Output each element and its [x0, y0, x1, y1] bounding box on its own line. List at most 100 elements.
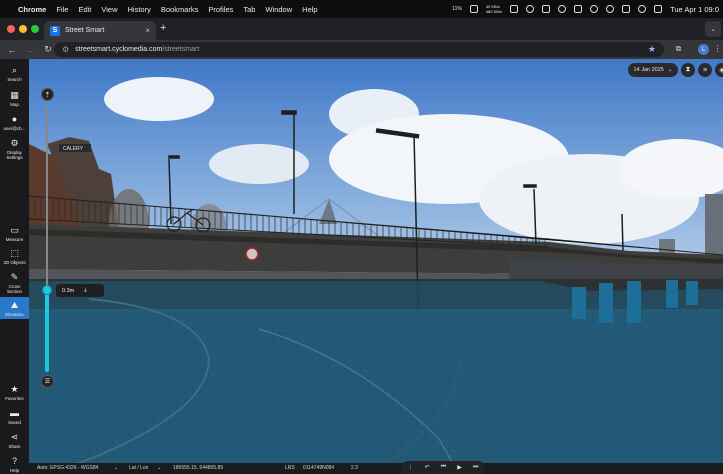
address-toolbar: ← → ↻ ⚙ streetsmart.cyclomedia.com /stre…	[0, 40, 723, 59]
tab-search-icon[interactable]: ⌄	[705, 21, 721, 37]
battery-icon[interactable]	[574, 5, 583, 13]
coord-mode-selector[interactable]: Lat / Lon	[129, 465, 148, 471]
panorama-image: CALERY	[29, 59, 723, 474]
battery-percent: 11%	[452, 6, 462, 12]
search-icon[interactable]	[638, 5, 647, 13]
sidebar-item-label: user@cb...	[3, 126, 26, 131]
next-icon[interactable]: ⏭	[473, 464, 478, 471]
sidebar-item-label: Map	[10, 102, 19, 107]
cloud-icon[interactable]	[542, 5, 551, 13]
chevron-down-icon: ⌄	[667, 67, 673, 73]
sliders-icon[interactable]: ≡	[698, 63, 712, 77]
layers-icon[interactable]: ◈	[715, 63, 723, 77]
pencil-icon: ✎	[10, 272, 19, 282]
playback-controls: ⋮ ↶ ⏮ ▶ ⏭	[402, 461, 484, 474]
user-icon: ●	[11, 114, 18, 124]
close-tab-icon[interactable]: ×	[145, 26, 150, 35]
sidebar-item-search[interactable]: ⌕ Search	[0, 65, 29, 83]
sidebar-item-label: Cross Section	[6, 284, 22, 294]
sidebar-item-saved[interactable]: ▬ Saved	[0, 408, 29, 426]
menu-file[interactable]: File	[56, 5, 68, 14]
sidebar-item-measure[interactable]: ▭ Measure	[0, 225, 29, 243]
bluetooth-icon[interactable]	[558, 5, 567, 13]
back-icon[interactable]: ←	[6, 45, 18, 55]
cube-icon: ⬚	[10, 248, 19, 258]
recording-date: 14 Jan 2025	[633, 67, 664, 73]
recording-date-selector[interactable]: 14 Jan 2025 ⌄	[628, 63, 678, 77]
sidebar-item-help[interactable]: ? Help	[0, 456, 29, 474]
sidebar-item-3d-objects[interactable]: ⬚ 3D Objects	[0, 248, 29, 266]
elevation-menu-icon[interactable]: ☰	[41, 375, 54, 388]
elevation-slider-track[interactable]	[46, 104, 48, 290]
elevation-slider-fill	[45, 290, 49, 372]
sidebar-item-display-settings[interactable]: ⚙ Display Settings	[0, 138, 29, 161]
status-circle-icon[interactable]	[606, 5, 615, 13]
street-view-panorama[interactable]: CALERY	[29, 59, 723, 474]
tab-street-smart[interactable]: S Street Smart ×	[44, 21, 156, 40]
sync-view-icon[interactable]: ⧗	[681, 63, 695, 77]
menu-app-name[interactable]: Chrome	[18, 5, 46, 14]
menu-edit[interactable]: Edit	[78, 5, 91, 14]
star-icon: ★	[10, 384, 19, 394]
elevation-reset-icon[interactable]: ⤓	[84, 287, 86, 294]
grid-icon[interactable]	[510, 5, 519, 13]
site-info-icon[interactable]: ⚙	[62, 45, 69, 54]
clock[interactable]: Tue Apr 1 09:0	[670, 5, 719, 14]
previous-icon[interactable]: ⏮	[441, 464, 446, 471]
elevation-up-icon[interactable]: ⇡	[41, 88, 54, 101]
browser-menu-icon[interactable]: ⋮	[712, 44, 723, 55]
menu-help[interactable]: Help	[302, 5, 317, 14]
search-icon: ⌕	[11, 65, 18, 75]
sidebar-item-label: Display Settings	[6, 150, 23, 160]
play-icon[interactable]: ▶	[457, 464, 462, 471]
menu-history[interactable]: History	[128, 5, 151, 14]
sidebar-item-user[interactable]: ● user@cb...	[0, 114, 29, 132]
elevation-slider-handle[interactable]	[42, 285, 52, 295]
zoom-window-icon[interactable]	[31, 25, 39, 33]
elevation-value: 0.3m	[62, 287, 75, 294]
bookmark-star-icon[interactable]: ★	[648, 44, 656, 55]
projection-selector[interactable]: Auto: EPSG:4326 - WGS84	[37, 465, 98, 471]
map-icon: ▦	[10, 90, 19, 100]
dollar-icon[interactable]	[526, 5, 535, 13]
new-tab-icon[interactable]: +	[160, 22, 166, 34]
rewind-icon[interactable]: ↶	[425, 464, 430, 471]
extensions-icon[interactable]: ⧉	[673, 44, 684, 55]
sidebar-item-label: Favorites	[5, 396, 24, 401]
zoom-level: 2.3	[351, 465, 358, 471]
profile-avatar[interactable]: L	[698, 44, 709, 55]
ruler-icon: ▭	[10, 225, 19, 235]
sidebar-item-map[interactable]: ▦ Map	[0, 90, 29, 108]
sidebar-item-elevation[interactable]: ⛰ Elevation	[0, 297, 29, 319]
menu-window[interactable]: Window	[265, 5, 292, 14]
reload-icon[interactable]: ↻	[42, 44, 54, 55]
url-bar[interactable]: ⚙ streetsmart.cyclomedia.com /streetsmar…	[54, 42, 664, 57]
menu-view[interactable]: View	[101, 5, 117, 14]
more-options-icon[interactable]: ⋮	[408, 464, 414, 471]
sidebar-item-favorites[interactable]: ★ Favorites	[0, 384, 29, 402]
wifi-icon[interactable]	[622, 5, 631, 13]
monitor-icon[interactable]	[469, 5, 478, 13]
close-window-icon[interactable]	[7, 25, 15, 33]
menu-profiles[interactable]: Profiles	[208, 5, 233, 14]
sidebar-item-label: Elevation	[5, 312, 24, 317]
minimize-window-icon[interactable]	[19, 25, 27, 33]
control-center-icon[interactable]	[654, 5, 663, 13]
status-bar: Auto: EPSG:4326 - WGS84 ⌄ Lat / Lon ⌄ 18…	[29, 463, 723, 474]
menu-bookmarks[interactable]: Bookmarks	[161, 5, 199, 14]
chevron-down-icon[interactable]: ⌄	[157, 465, 161, 471]
sidebar-item-share[interactable]: ⋖ Share	[0, 432, 29, 450]
sidebar-item-label: Share	[8, 444, 21, 449]
lrs-mode[interactable]: LRS	[285, 465, 295, 471]
sidebar-item-label: Measure	[5, 237, 24, 242]
sidebar-item-cross-section[interactable]: ✎ Cross Section	[0, 272, 29, 295]
building-sign-text: CALERY	[63, 146, 84, 152]
menu-tab[interactable]: Tab	[243, 5, 255, 14]
share-icon: ⋖	[10, 432, 19, 442]
url-path: /streetsmart	[162, 46, 200, 53]
chevron-down-icon[interactable]: ⌄	[114, 465, 118, 471]
net-down: 480 KB/s	[485, 9, 503, 14]
play-circle-icon[interactable]	[590, 5, 599, 13]
sidebar-item-label: Saved	[8, 420, 21, 425]
forward-icon[interactable]: →	[24, 45, 36, 55]
